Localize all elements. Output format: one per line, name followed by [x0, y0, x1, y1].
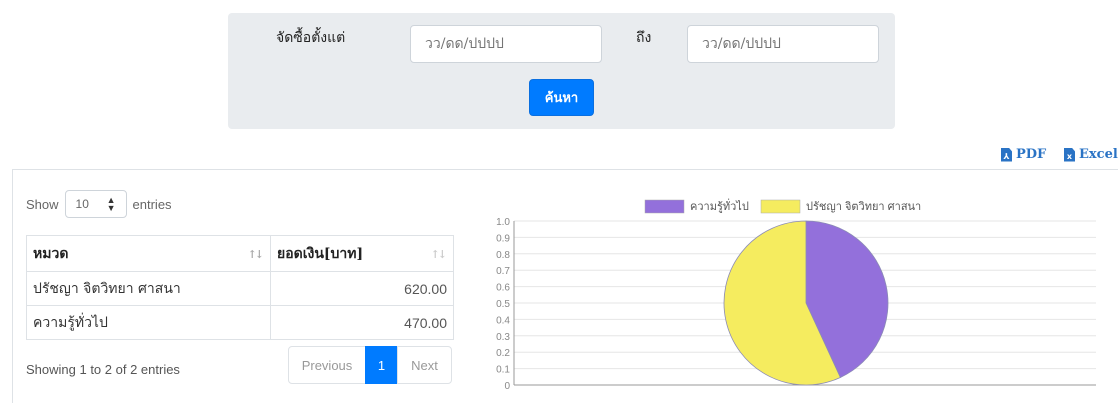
search-button[interactable]: ค้นหา — [529, 79, 594, 116]
table-row: ความรู้ทั่วไป 470.00 — [26, 305, 454, 340]
y-tick-label: 0.6 — [496, 283, 510, 294]
y-tick-label: 0.9 — [496, 233, 510, 244]
y-tick-label: 0.8 — [496, 250, 510, 261]
file-pdf-icon: ⅄ — [1001, 147, 1012, 162]
y-tick-label: 0.7 — [496, 266, 510, 277]
table-cell-category: ปรัชญา จิตวิทยา ศาสนา — [26, 271, 271, 306]
column-header-amount[interactable]: ยอดเงิน[บาท] ↑↓ — [270, 235, 454, 272]
table-info: Showing 1 to 2 of 2 entries — [26, 362, 180, 377]
search-panel: จัดซื้อตั้งแต่ ถึง ค้นหา — [228, 13, 895, 129]
column-header-category[interactable]: หมวด ↑↓ — [26, 235, 271, 272]
table-row: ปรัชญา จิตวิทยา ศาสนา 620.00 — [26, 271, 454, 306]
y-tick-label: 0.2 — [496, 348, 510, 359]
table-cell-amount: 470.00 — [270, 305, 454, 340]
sort-icon: ↑↓ — [247, 248, 265, 261]
page-1-button[interactable]: 1 — [365, 346, 398, 384]
export-pdf-label: PDF — [1016, 147, 1047, 162]
next-button[interactable]: Next — [397, 346, 452, 384]
previous-button[interactable]: Previous — [288, 346, 366, 384]
chart-legend: ความรู้ทั่วไป ปรัชญา จิตวิทยา ศาสนา — [644, 198, 921, 214]
to-date-label: ถึง — [636, 30, 652, 46]
legend-label: ปรัชญา จิตวิทยา ศาสนา — [806, 201, 921, 213]
updown-icon: ▲ ▼ — [106, 195, 116, 213]
sort-icon: ↑↓ — [430, 248, 448, 261]
page-length-value: 10 — [75, 197, 89, 211]
file-excel-icon: x — [1064, 147, 1075, 162]
page-length-select[interactable]: 10 ▲ ▼ — [64, 190, 127, 218]
y-tick-label: 0 — [504, 381, 510, 392]
y-tick-label: 0.5 — [496, 299, 510, 310]
y-tick-label: 0.1 — [496, 365, 510, 376]
from-date-input[interactable] — [410, 25, 602, 63]
data-table: หมวด ↑↓ ยอดเงิน[บาท] ↑↓ ปรัชญา จิตวิทยา … — [26, 235, 454, 340]
legend-swatch — [644, 199, 685, 214]
export-excel-label: Excel — [1079, 147, 1118, 162]
table-cell-amount: 620.00 — [270, 271, 454, 306]
y-tick-label: 0.3 — [496, 332, 510, 343]
to-date-input[interactable] — [687, 25, 879, 63]
page-length-control: Show 10 ▲ ▼ entries — [26, 190, 172, 218]
export-pdf-link[interactable]: ⅄ PDF — [1001, 147, 1046, 162]
show-label: Show — [26, 196, 59, 212]
y-tick-label: 1.0 — [496, 217, 510, 228]
export-excel-link[interactable]: x Excel — [1064, 147, 1118, 162]
from-date-label: จัดซื้อตั้งแต่ — [276, 30, 346, 46]
legend-swatch — [760, 199, 801, 214]
y-tick-label: 0.4 — [496, 315, 510, 326]
column-header-label: หมวด — [33, 245, 69, 262]
entries-label: entries — [132, 196, 172, 212]
pie-chart: ความรู้ทั่วไป ปรัชญา จิตวิทยา ศาสนา 1.0 0.… — [496, 198, 1096, 392]
table-cell-category: ความรู้ทั่วไป — [26, 305, 271, 340]
column-header-label: ยอดเงิน[บาท] — [277, 245, 364, 262]
chart-slices — [723, 220, 889, 386]
pagination: Previous 1 Next — [288, 346, 452, 384]
legend-label: ความรู้ทั่วไป — [690, 198, 749, 213]
